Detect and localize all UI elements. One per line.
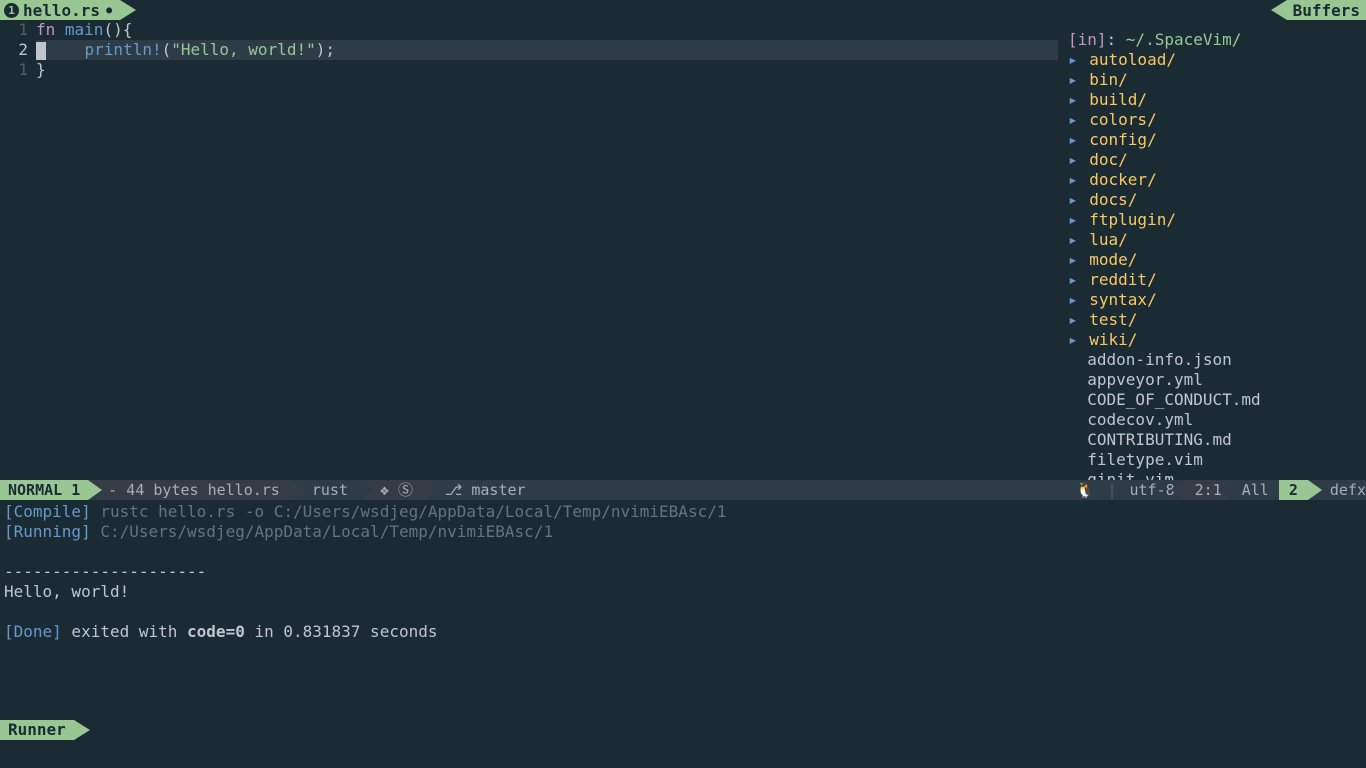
term-line: [Running] C:/Users/wsdjeg/AppData/Local/…	[4, 522, 1362, 542]
terminal-output[interactable]: [Compile] rustc hello.rs -o C:/Users/wsd…	[0, 500, 1366, 720]
chevron-right-icon: ▸	[1068, 330, 1087, 349]
term-line: ---------------------	[4, 562, 1362, 582]
folder-name: colors/	[1089, 110, 1156, 129]
file-tree-file[interactable]: addon-info.json	[1066, 350, 1366, 370]
file-tree-folder[interactable]: ▸ colors/	[1066, 110, 1366, 130]
chevron-right-icon: ▸	[1068, 90, 1087, 109]
cursor-icon	[36, 42, 46, 60]
folder-name: test/	[1089, 310, 1137, 329]
tab-buffers[interactable]: Buffers	[1287, 0, 1366, 20]
chevron-right-icon: ▸	[1068, 210, 1087, 229]
folder-name: config/	[1089, 130, 1156, 149]
mode-indicator: NORMAL 1	[0, 480, 88, 500]
runner-bar: Runner	[0, 720, 1366, 740]
folder-name: syntax/	[1089, 290, 1156, 309]
chevron-right-icon: ▸	[1068, 290, 1087, 309]
folder-name: reddit/	[1089, 270, 1156, 289]
chevron-right-icon: ▸	[1068, 190, 1087, 209]
file-tree-file[interactable]: filetype.vim	[1066, 450, 1366, 470]
code-content[interactable]: fn main(){ println!("Hello, world!"); }	[36, 20, 1058, 480]
folder-name: autoload/	[1089, 50, 1176, 69]
chevron-right-icon: ▸	[1068, 250, 1087, 269]
file-tree[interactable]: [in]: ~/.SpaceVim/ ▸ autoload/▸ bin/▸ bu…	[1066, 20, 1366, 480]
file-tree-file[interactable]: CODE_OF_CONDUCT.md	[1066, 390, 1366, 410]
term-done-line: [Done] exited with code=0 in 0.831837 se…	[4, 622, 1362, 642]
bottom-padding	[0, 740, 1366, 768]
tab-hello-rs[interactable]: 1 hello.rs ●	[0, 0, 120, 20]
folder-name: wiki/	[1089, 330, 1137, 349]
file-tree-folder[interactable]: ▸ lua/	[1066, 230, 1366, 250]
chevron-right-icon: ▸	[1068, 170, 1087, 189]
folder-name: ftplugin/	[1089, 210, 1176, 229]
line-number: 1	[0, 20, 28, 40]
tab-buffers-label: Buffers	[1293, 1, 1360, 20]
file-tree-folder[interactable]: ▸ ftplugin/	[1066, 210, 1366, 230]
file-tree-header: [in]: ~/.SpaceVim/	[1066, 30, 1366, 50]
line-number: 1	[0, 60, 28, 80]
file-info-segment: - 44 bytes hello.rs	[88, 480, 292, 500]
folder-name: bin/	[1089, 70, 1128, 89]
vertical-separator	[1058, 20, 1066, 480]
code-line-active: println!("Hello, world!");	[36, 40, 1058, 60]
chevron-right-icon: ▸	[1068, 230, 1087, 249]
main-area: 1 2 1 fn main(){ println!("Hello, world!…	[0, 20, 1366, 480]
os-icon: 🐧	[1076, 481, 1095, 499]
file-tree-folder[interactable]: ▸ bin/	[1066, 70, 1366, 90]
code-line: fn main(){	[36, 20, 1058, 40]
folder-name: doc/	[1089, 150, 1128, 169]
file-tree-folder[interactable]: ▸ docker/	[1066, 170, 1366, 190]
file-tree-folder[interactable]: ▸ config/	[1066, 130, 1366, 150]
file-tree-folder[interactable]: ▸ test/	[1066, 310, 1366, 330]
chevron-right-icon: ▸	[1068, 130, 1087, 149]
term-line	[4, 542, 1362, 562]
chevron-right-icon: ▸	[1068, 70, 1087, 89]
file-tree-file[interactable]: codecov.yml	[1066, 410, 1366, 430]
file-tree-folder[interactable]: ▸ reddit/	[1066, 270, 1366, 290]
folder-name: docker/	[1089, 170, 1156, 189]
window-number-badge: 2	[1279, 480, 1308, 500]
file-tree-folder[interactable]: ▸ autoload/	[1066, 50, 1366, 70]
line-number: 2	[0, 40, 28, 60]
folder-name: lua/	[1089, 230, 1128, 249]
modified-dot-icon: ●	[106, 5, 112, 16]
chevron-right-icon: ▸	[1068, 270, 1087, 289]
chevron-right-icon: ▸	[1068, 50, 1087, 69]
file-tree-file[interactable]: appveyor.yml	[1066, 370, 1366, 390]
git-branch-segment: ⎇ master	[425, 480, 538, 500]
code-line: }	[36, 60, 1058, 80]
file-tree-folder[interactable]: ▸ docs/	[1066, 190, 1366, 210]
folder-name: build/	[1089, 90, 1147, 109]
file-tree-folder[interactable]: ▸ wiki/	[1066, 330, 1366, 350]
chevron-right-icon: ▸	[1068, 310, 1087, 329]
file-tree-file[interactable]: CONTRIBUTING.md	[1066, 430, 1366, 450]
term-output: Hello, world!	[4, 582, 1362, 602]
file-tree-folder[interactable]: ▸ mode/	[1066, 250, 1366, 270]
line-number-gutter: 1 2 1	[0, 20, 36, 480]
chevron-right-icon: ▸	[1068, 150, 1087, 169]
encoding-segment: 🐧 | utf-8	[1066, 480, 1185, 500]
tab-badge: 1	[4, 3, 19, 18]
chevron-right-icon: ▸	[1068, 110, 1087, 129]
term-line	[4, 602, 1362, 622]
tab-filename: hello.rs	[23, 1, 100, 20]
runner-label[interactable]: Runner	[0, 720, 74, 740]
scroll-percent-segment: All	[1232, 480, 1279, 500]
file-tree-folder[interactable]: ▸ syntax/	[1066, 290, 1366, 310]
folder-name: mode/	[1089, 250, 1137, 269]
git-branch-icon: ⎇	[445, 481, 462, 499]
file-tree-folder[interactable]: ▸ build/	[1066, 90, 1366, 110]
tab-bar: 1 hello.rs ● Buffers	[0, 0, 1366, 20]
term-line: [Compile] rustc hello.rs -o C:/Users/wsd…	[4, 502, 1362, 522]
file-tree-folder[interactable]: ▸ doc/	[1066, 150, 1366, 170]
folder-name: docs/	[1089, 190, 1137, 209]
editor-pane[interactable]: 1 2 1 fn main(){ println!("Hello, world!…	[0, 20, 1058, 480]
status-line: NORMAL 1 - 44 bytes hello.rs rust ❖ Ⓢ ⎇ …	[0, 480, 1366, 500]
